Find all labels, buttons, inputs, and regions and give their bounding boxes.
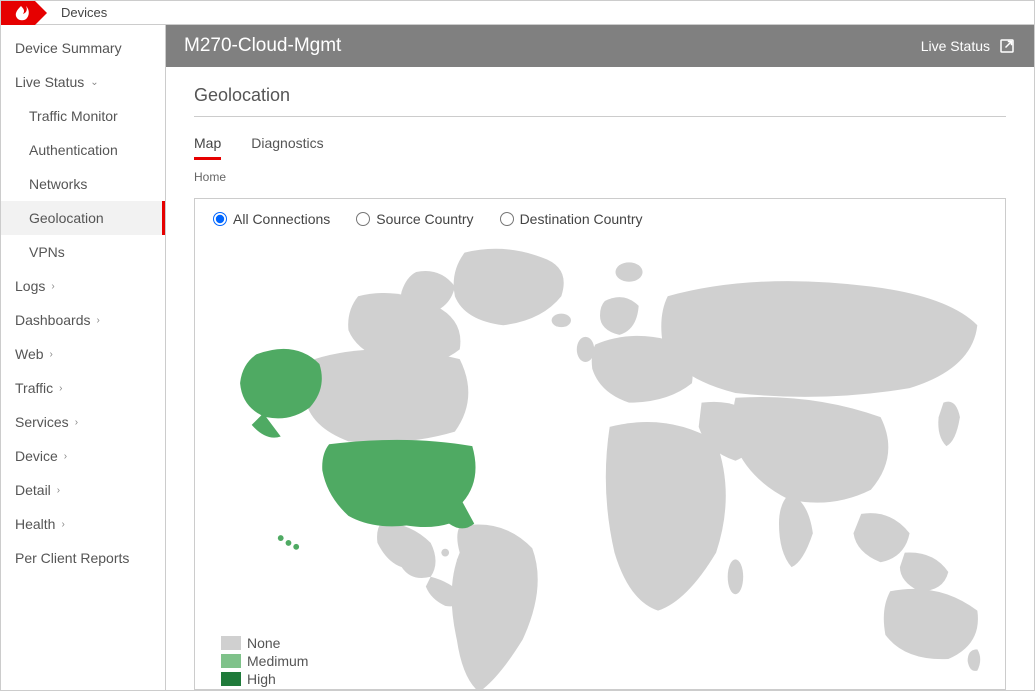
- legend-row-medimum: Medimum: [221, 653, 308, 669]
- filter-src-label: Source Country: [376, 211, 473, 227]
- sidebar-item-device-summary[interactable]: Device Summary: [1, 31, 165, 65]
- sidebar-item-device[interactable]: Device ›: [1, 439, 165, 473]
- sidebar-item-logs[interactable]: Logs ›: [1, 269, 165, 303]
- tab-diagnostics[interactable]: Diagnostics: [251, 135, 323, 160]
- sidebar-item-label: Device: [15, 448, 58, 464]
- breadcrumb-home[interactable]: Home: [194, 170, 1006, 184]
- chevron-right-icon: ›: [50, 349, 53, 360]
- sidebar-item-label: Services: [15, 414, 69, 430]
- sidebar-item-health[interactable]: Health ›: [1, 507, 165, 541]
- sidebar-item-traffic[interactable]: Traffic ›: [1, 371, 165, 405]
- map-panel: All Connections Source Country Destination…: [194, 198, 1006, 690]
- device-name: M270-Cloud-Mgmt: [184, 35, 341, 57]
- filter-dst-radio[interactable]: [500, 212, 514, 226]
- sidebar-item-per-client-reports[interactable]: Per Client Reports: [1, 541, 165, 575]
- legend-swatch: [221, 636, 241, 650]
- live-status-label: Live Status: [921, 38, 990, 54]
- sidebar-item-label: VPNs: [29, 244, 65, 260]
- sidebar-item-dashboards[interactable]: Dashboards ›: [1, 303, 165, 337]
- tab-bar: Map Diagnostics: [194, 135, 1006, 160]
- sidebar-item-label: Per Client Reports: [15, 550, 129, 566]
- filter-dst-label: Destination Country: [520, 211, 643, 227]
- popout-icon: [998, 37, 1016, 55]
- legend-row-high: High: [221, 671, 308, 687]
- filter-src-radio[interactable]: [356, 212, 370, 226]
- sidebar-item-label: Web: [15, 346, 44, 362]
- filter-all-radio[interactable]: [213, 212, 227, 226]
- brand-logo: [1, 1, 47, 25]
- sidebar-item-traffic-monitor[interactable]: Traffic Monitor: [1, 99, 165, 133]
- sidebar-item-authentication[interactable]: Authentication: [1, 133, 165, 167]
- sidebar-item-label: Traffic Monitor: [29, 108, 118, 124]
- filter-dst[interactable]: Destination Country: [500, 211, 643, 227]
- legend-label: High: [247, 671, 276, 687]
- sidebar-item-label: Networks: [29, 176, 87, 192]
- sidebar-item-vpns[interactable]: VPNs: [1, 235, 165, 269]
- section-title: Geolocation: [194, 85, 1006, 117]
- breadcrumb-devices[interactable]: Devices: [61, 5, 107, 20]
- legend-row-none: None: [221, 635, 308, 651]
- sidebar-item-detail[interactable]: Detail ›: [1, 473, 165, 507]
- world-map[interactable]: None Medimum High: [213, 243, 987, 689]
- legend-swatch: [221, 672, 241, 686]
- chevron-right-icon: ›: [75, 417, 78, 428]
- map-legend: None Medimum High: [221, 635, 308, 689]
- sidebar-item-label: Authentication: [29, 142, 118, 158]
- sidebar-item-live-status[interactable]: Live Status ⌄: [1, 65, 165, 99]
- live-status-popout[interactable]: Live Status: [921, 37, 1016, 55]
- filter-src[interactable]: Source Country: [356, 211, 473, 227]
- chevron-down-icon: ⌄: [90, 77, 98, 88]
- chevron-right-icon: ›: [61, 519, 64, 530]
- chevron-right-icon: ›: [51, 281, 54, 292]
- chevron-right-icon: ›: [64, 451, 67, 462]
- sidebar-item-label: Live Status: [15, 74, 84, 90]
- filter-all-label: All Connections: [233, 211, 330, 227]
- sidebar-item-label: Dashboards: [15, 312, 91, 328]
- sidebar-item-label: Logs: [15, 278, 45, 294]
- page-header: M270-Cloud-Mgmt Live Status: [166, 25, 1034, 67]
- sidebar-item-label: Health: [15, 516, 55, 532]
- legend-label: Medimum: [247, 653, 308, 669]
- sidebar-item-label: Detail: [15, 482, 51, 498]
- sidebar-item-web[interactable]: Web ›: [1, 337, 165, 371]
- sidebar-item-networks[interactable]: Networks: [1, 167, 165, 201]
- legend-label: None: [247, 635, 280, 651]
- filter-all[interactable]: All Connections: [213, 211, 330, 227]
- sidebar-item-geolocation[interactable]: Geolocation: [1, 201, 165, 235]
- sidebar: Device Summary Live Status ⌄ Traffic Monito…: [1, 25, 166, 690]
- breadcrumb-top[interactable]: Devices: [47, 1, 107, 24]
- connection-filter-group: All Connections Source Country Destination…: [213, 211, 987, 227]
- chevron-right-icon: ›: [57, 485, 60, 496]
- sidebar-item-label: Geolocation: [29, 210, 104, 226]
- chevron-right-icon: ›: [97, 315, 100, 326]
- sidebar-item-label: Traffic: [15, 380, 53, 396]
- legend-swatch: [221, 654, 241, 668]
- sidebar-item-services[interactable]: Services ›: [1, 405, 165, 439]
- tab-map[interactable]: Map: [194, 135, 221, 160]
- sidebar-item-label: Device Summary: [15, 40, 122, 56]
- chevron-right-icon: ›: [59, 383, 62, 394]
